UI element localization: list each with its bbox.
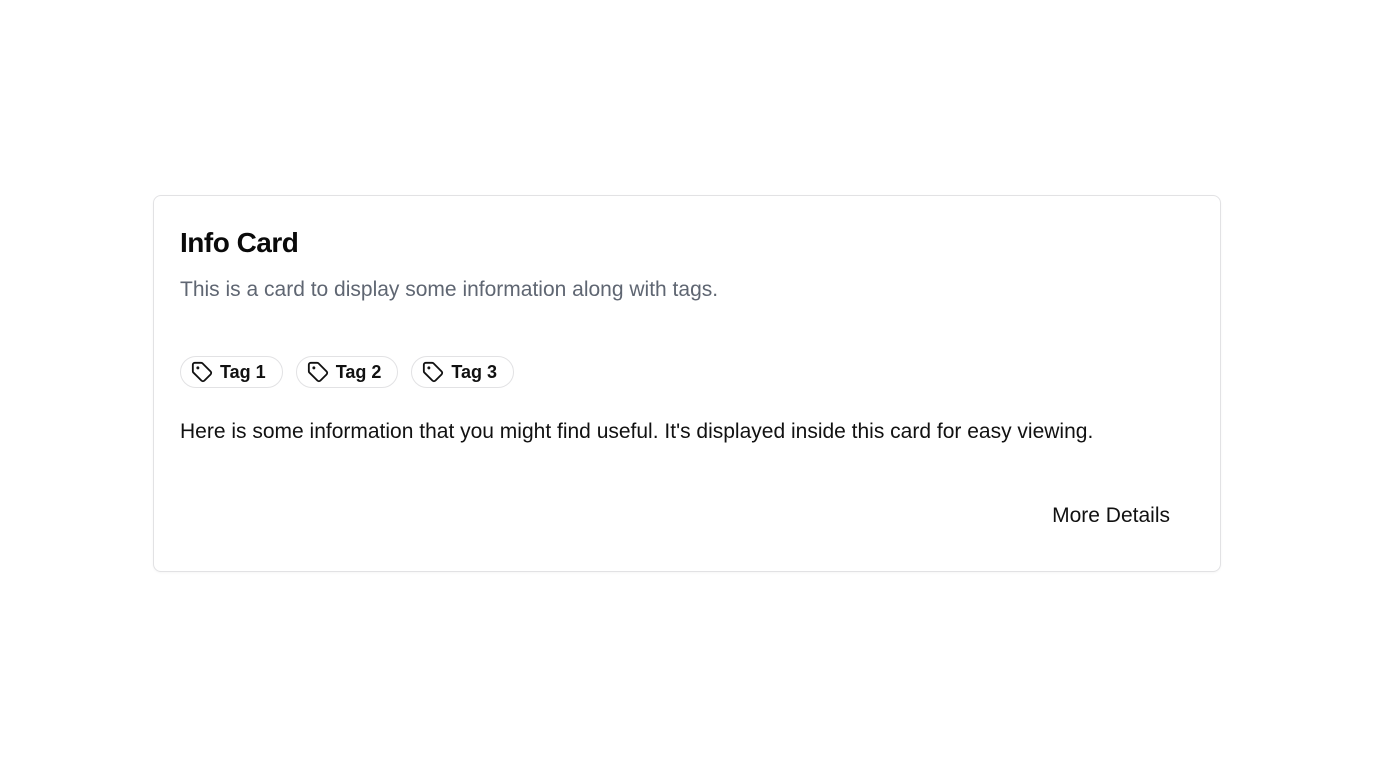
- tag-list: Tag 1 Tag 2 Tag 3: [180, 356, 515, 388]
- tag-label: Tag 1: [220, 362, 266, 382]
- tag-label: Tag 2: [335, 362, 382, 382]
- tag-chip-1[interactable]: Tag 1: [180, 356, 283, 388]
- tag-chip-2[interactable]: Tag 2: [295, 356, 399, 388]
- tag-label: Tag 3: [451, 362, 498, 382]
- card-subtitle: This is a card to display some informati…: [180, 278, 719, 301]
- card-title: Info Card: [180, 227, 299, 258]
- more-details-button[interactable]: More Details: [1028, 496, 1194, 536]
- card-body-text: Here is some information that you might …: [180, 420, 1094, 443]
- page: Info Card This is a card to display some…: [0, 0, 1376, 768]
- info-card: Info Card This is a card to display some…: [153, 195, 1221, 572]
- tag-chip-3[interactable]: Tag 3: [411, 356, 515, 388]
- tag-icon: [191, 361, 213, 383]
- tag-icon: [307, 361, 329, 383]
- tag-icon: [422, 361, 444, 383]
